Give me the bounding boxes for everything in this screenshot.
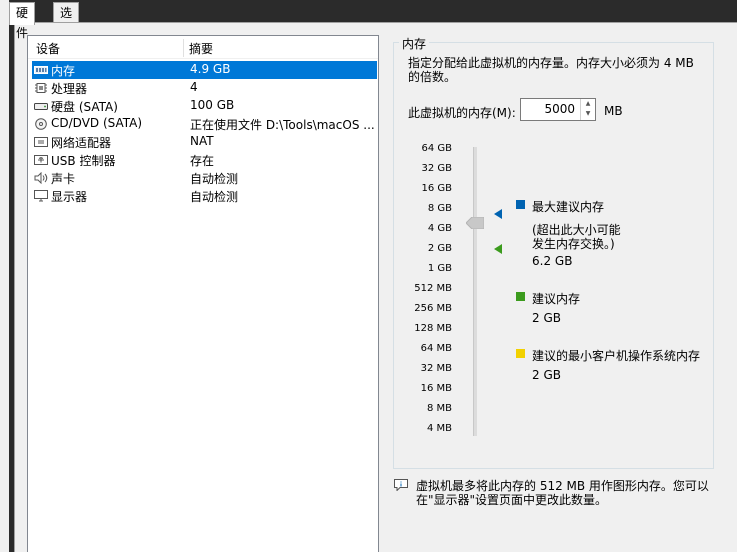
window-edge <box>0 0 9 552</box>
scale-tick: 16 MB <box>420 383 452 394</box>
memory-size-spinbox[interactable]: 5000 ▲ ▼ <box>520 98 596 121</box>
device-row-cd-dvd[interactable]: CD/DVD (SATA) 正在使用文件 D:\Tools\macOS ... <box>32 115 377 133</box>
scale-tick: 8 GB <box>427 203 452 214</box>
note-line-1: 虚拟机最多将此内存的 512 MB 用作图形内存。您可以 <box>416 479 709 493</box>
device-row-usb-controller[interactable]: USB 控制器 存在 <box>32 151 377 169</box>
device-summary: 4 <box>190 80 198 94</box>
recommended-legend-icon <box>516 292 525 301</box>
device-summary: NAT <box>190 134 214 148</box>
tab-options[interactable]: 选项 <box>53 2 80 40</box>
device-row-hard-disk[interactable]: 硬盘 (SATA) 100 GB <box>32 97 377 115</box>
memory-icon <box>34 66 48 74</box>
memory-slider-thumb[interactable] <box>466 217 484 229</box>
scale-tick: 16 GB <box>421 183 452 194</box>
network-adapter-icon <box>34 137 48 147</box>
monitor-icon <box>34 190 48 202</box>
device-list[interactable]: 设备 摘要 内存 4.9 GB 处理器 4 硬盘 (SATA) 100 GB C… <box>27 35 379 552</box>
speaker-icon <box>34 172 48 184</box>
graphics-memory-note: 虚拟机最多将此内存的 512 MB 用作图形内存。您可以 在"显示器"设置页面中… <box>416 479 716 507</box>
device-row-display[interactable]: 显示器 自动检测 <box>32 187 377 205</box>
device-name: 网络适配器 <box>51 136 112 150</box>
device-summary: 4.9 GB <box>190 62 231 76</box>
scale-tick: 1 GB <box>427 263 452 274</box>
scale-tick: 64 GB <box>421 143 452 154</box>
scale-tick: 512 MB <box>414 283 452 294</box>
tab-hardware[interactable]: 硬件 <box>9 2 36 40</box>
info-icon <box>394 479 408 491</box>
scale-tick: 32 MB <box>420 363 452 374</box>
memory-group-title: 内存 <box>399 35 430 52</box>
max-recommended-note-2: 发生内存交换。) <box>532 237 615 251</box>
device-summary: 正在使用文件 D:\Tools\macOS ... <box>190 118 375 132</box>
device-row-sound-card[interactable]: 声卡 自动检测 <box>32 169 377 187</box>
guest-min-value: 2 GB <box>532 368 561 382</box>
memory-description: 指定分配给此虚拟机的内存量。内存大小必须为 4 MB 的倍数。 <box>408 56 694 84</box>
max-recommended-marker-icon <box>494 209 502 219</box>
device-name: 声卡 <box>51 172 76 186</box>
header-divider <box>28 58 378 59</box>
scale-tick: 256 MB <box>414 303 452 314</box>
device-name: 处理器 <box>51 82 88 96</box>
scale-tick: 2 GB <box>427 243 452 254</box>
device-row-memory[interactable]: 内存 4.9 GB <box>32 61 377 79</box>
device-summary: 存在 <box>190 154 215 168</box>
memory-size-label: 此虚拟机的内存(M): <box>408 106 516 120</box>
cd-dvd-icon <box>35 118 47 130</box>
recommended-marker-icon <box>494 244 502 254</box>
max-recommended-legend-icon <box>516 200 525 209</box>
device-summary: 自动检测 <box>190 190 239 204</box>
usb-icon <box>34 155 48 165</box>
device-summary: 自动检测 <box>190 172 239 186</box>
memory-unit-label: MB <box>604 104 623 118</box>
note-line-2: 在"显示器"设置页面中更改此数量。 <box>416 493 608 507</box>
device-name: 硬盘 (SATA) <box>51 100 118 114</box>
device-name: 显示器 <box>51 190 88 204</box>
recommended-value: 2 GB <box>532 311 561 325</box>
spin-down-icon[interactable]: ▼ <box>581 109 595 119</box>
memory-scale: 64 GB 32 GB 16 GB 8 GB 4 GB 2 GB 1 GB 51… <box>404 143 452 443</box>
cpu-icon <box>35 83 47 93</box>
guest-min-legend-icon <box>516 349 525 358</box>
column-separator[interactable] <box>183 39 184 57</box>
scale-tick: 64 MB <box>420 343 452 354</box>
guest-min-title: 建议的最小客户机操作系统内存 <box>532 349 701 363</box>
device-name: 内存 <box>51 64 76 78</box>
spin-up-icon[interactable]: ▲ <box>581 99 595 109</box>
device-summary: 100 GB <box>190 98 235 112</box>
recommended-title: 建议内存 <box>532 292 581 306</box>
scale-tick: 128 MB <box>414 323 452 334</box>
scale-tick: 8 MB <box>426 403 452 414</box>
max-recommended-value: 6.2 GB <box>532 254 573 268</box>
memory-size-input[interactable]: 5000 <box>544 102 575 116</box>
hard-disk-icon <box>34 103 48 110</box>
scale-tick: 4 GB <box>427 223 452 234</box>
column-header-device[interactable]: 设备 <box>36 40 60 57</box>
memory-slider-track[interactable] <box>473 147 477 436</box>
spinbox-arrows: ▲ ▼ <box>580 99 595 120</box>
max-recommended-title: 最大建议内存 <box>532 200 605 214</box>
device-name: USB 控制器 <box>51 154 116 168</box>
scale-tick: 4 MB <box>426 423 452 434</box>
scale-tick: 32 GB <box>421 163 452 174</box>
device-row-network-adapter[interactable]: 网络适配器 NAT <box>32 133 377 151</box>
device-name: CD/DVD (SATA) <box>51 116 143 130</box>
device-row-processor[interactable]: 处理器 4 <box>32 79 377 97</box>
column-header-summary[interactable]: 摘要 <box>189 40 213 57</box>
